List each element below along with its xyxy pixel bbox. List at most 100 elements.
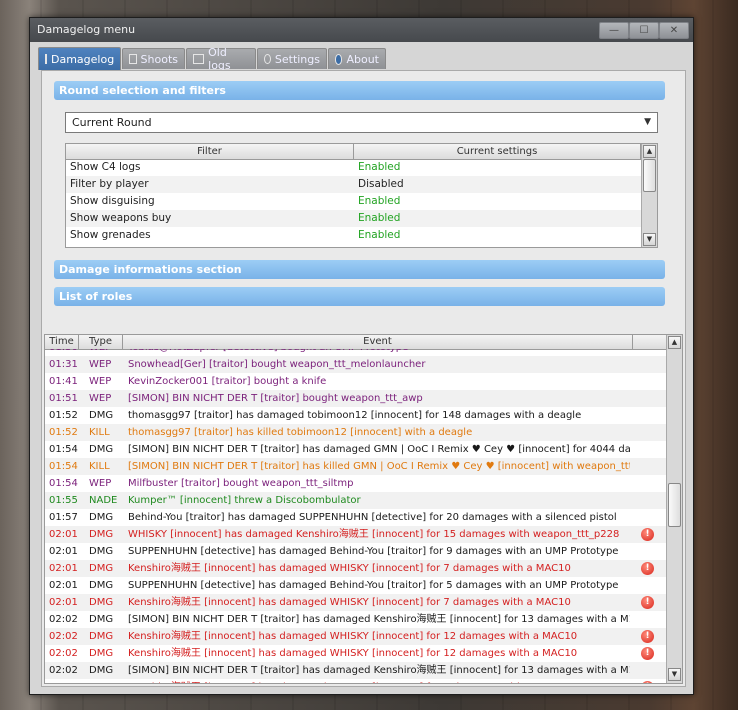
event-text: Kenshiro海贼王 [innocent] has damaged WHISK… bbox=[128, 679, 630, 683]
type-column-header[interactable]: Type bbox=[79, 335, 123, 349]
warning-icon[interactable]: ! bbox=[641, 528, 654, 541]
event-type: DMG bbox=[89, 648, 114, 659]
event-row[interactable]: 02:02 DMG Kenshiro海贼王 [innocent] has damag… bbox=[45, 679, 666, 683]
filter-scrollbar[interactable]: ▲ ▼ bbox=[641, 144, 657, 247]
event-table-header: Time Type Event bbox=[45, 335, 666, 350]
filter-setting: Enabled bbox=[358, 212, 401, 224]
damagelog-window: Damagelog menu — ☐ ✕ Damagelog Shoots Ol… bbox=[29, 17, 694, 695]
event-row[interactable]: 01:31 WEP Snowhead[Ger] [traitor] bought w… bbox=[45, 356, 666, 373]
event-row[interactable]: 02:01 DMG Kenshiro海贼王 [innocent] has damag… bbox=[45, 594, 666, 611]
event-text: thomasgg97 [traitor] has killed tobimoon… bbox=[128, 427, 473, 438]
event-row[interactable]: 01:54 DMG [SIMON] BIN NICHT DER T [traitor… bbox=[45, 441, 666, 458]
event-type: DMG bbox=[89, 444, 114, 455]
event-scrollbar[interactable]: ▲ ▼ bbox=[666, 335, 682, 683]
maximize-button[interactable]: ☐ bbox=[629, 22, 659, 39]
title-bar[interactable]: Damagelog menu — ☐ ✕ bbox=[30, 18, 693, 42]
close-button[interactable]: ✕ bbox=[659, 22, 689, 39]
grid-icon bbox=[193, 54, 205, 64]
tab-old-logs[interactable]: Old logs bbox=[186, 46, 256, 72]
event-type: WEP bbox=[89, 478, 112, 489]
filter-row[interactable]: Show grenades Enabled bbox=[66, 227, 641, 244]
warning-icon[interactable]: ! bbox=[641, 596, 654, 609]
damagelog-panel: Round selection and filters Current Roun… bbox=[41, 70, 686, 687]
event-row[interactable]: 01:52 DMG thomasgg97 [traitor] has damaged… bbox=[45, 407, 666, 424]
section-damage-informations[interactable]: Damage informations section bbox=[54, 260, 665, 279]
event-row[interactable]: 01:57 DMG Behind-You [traitor] has damaged… bbox=[45, 509, 666, 526]
section-list-of-roles[interactable]: List of roles bbox=[54, 287, 665, 306]
warning-icon[interactable]: ! bbox=[641, 562, 654, 575]
warning-icon[interactable]: ! bbox=[641, 647, 654, 660]
filter-table-header: Filter Current settings bbox=[66, 144, 641, 160]
event-type: NADE bbox=[89, 495, 118, 506]
event-table: Time Type Event 01:30 WEP Tobias@HotZapfer… bbox=[44, 334, 683, 684]
event-type: DMG bbox=[89, 563, 114, 574]
event-text: [SIMON] BIN NICHT DER T [traitor] bought… bbox=[128, 393, 423, 404]
event-type: DMG bbox=[89, 529, 114, 540]
event-text: Snowhead[Ger] [traitor] bought weapon_tt… bbox=[128, 359, 426, 370]
event-type: DMG bbox=[89, 665, 114, 676]
event-time: 01:54 bbox=[49, 444, 78, 455]
event-type: DMG bbox=[89, 631, 114, 642]
event-row[interactable]: 01:54 KILL [SIMON] BIN NICHT DER T [traito… bbox=[45, 458, 666, 475]
event-row[interactable]: 02:02 DMG [SIMON] BIN NICHT DER T [traitor… bbox=[45, 611, 666, 628]
filter-row[interactable]: Show weapons buy Enabled bbox=[66, 210, 641, 227]
tab-settings[interactable]: Settings bbox=[257, 48, 327, 69]
section-round-selection[interactable]: Round selection and filters bbox=[54, 81, 665, 100]
event-text: [SIMON] BIN NICHT DER T [traitor] has da… bbox=[128, 665, 630, 676]
event-text: Behind-You [traitor] has damaged SUPPENH… bbox=[128, 512, 617, 523]
event-text: WHISKY [innocent] has damaged Kenshiro海贼… bbox=[128, 529, 620, 540]
scroll-up-button[interactable]: ▲ bbox=[668, 336, 681, 349]
event-row[interactable]: 02:02 DMG Kenshiro海贼王 [innocent] has damag… bbox=[45, 645, 666, 662]
filter-setting: Disabled bbox=[358, 178, 404, 190]
event-row[interactable]: 02:01 DMG SUPPENHUHN [detective] has damag… bbox=[45, 577, 666, 594]
warning-icon[interactable]: ! bbox=[641, 630, 654, 643]
event-row[interactable]: 02:02 DMG [SIMON] BIN NICHT DER T [traitor… bbox=[45, 662, 666, 679]
event-row[interactable]: 01:51 WEP [SIMON] BIN NICHT DER T [traitor… bbox=[45, 390, 666, 407]
scroll-thumb[interactable] bbox=[668, 483, 681, 527]
event-row[interactable]: 01:30 WEP Tobias@HotZapfer [detective] bou… bbox=[45, 349, 666, 356]
event-column-header[interactable]: Event bbox=[123, 335, 633, 349]
filter-column-header[interactable]: Filter bbox=[66, 144, 354, 159]
flag-column-header bbox=[633, 335, 666, 349]
tab-about[interactable]: About bbox=[328, 48, 386, 69]
event-time: 02:02 bbox=[49, 648, 78, 659]
round-select[interactable]: Current Round ▼ bbox=[65, 112, 658, 133]
settings-column-header[interactable]: Current settings bbox=[354, 144, 641, 159]
event-type: KILL bbox=[89, 461, 110, 472]
event-row[interactable]: 02:01 DMG SUPPENHUHN [detective] has damag… bbox=[45, 543, 666, 560]
tab-shoots[interactable]: Shoots bbox=[122, 48, 185, 69]
filter-row[interactable]: Show disguising Enabled bbox=[66, 193, 641, 210]
time-column-header[interactable]: Time bbox=[45, 335, 79, 349]
scroll-down-button[interactable]: ▼ bbox=[643, 233, 656, 246]
event-text: Kenshiro海贼王 [innocent] has damaged WHISK… bbox=[128, 597, 571, 608]
tab-damagelog[interactable]: Damagelog bbox=[38, 47, 121, 70]
filter-row[interactable]: Show C4 logs Enabled bbox=[66, 159, 641, 176]
event-row[interactable]: 02:02 DMG Kenshiro海贼王 [innocent] has damag… bbox=[45, 628, 666, 645]
event-row[interactable]: 01:41 WEP KevinZocker001 [traitor] bought … bbox=[45, 373, 666, 390]
event-time: 01:52 bbox=[49, 427, 78, 438]
scroll-thumb[interactable] bbox=[643, 159, 656, 192]
scroll-up-button[interactable]: ▲ bbox=[643, 145, 656, 158]
event-row[interactable]: 01:52 KILL thomasgg97 [traitor] has killed… bbox=[45, 424, 666, 441]
event-text: Kenshiro海贼王 [innocent] has damaged WHISK… bbox=[128, 648, 578, 659]
wrench-icon bbox=[264, 54, 271, 64]
filter-name: Filter by player bbox=[70, 178, 149, 190]
filter-row[interactable]: Filter by player Disabled bbox=[66, 176, 641, 193]
scroll-down-button[interactable]: ▼ bbox=[668, 668, 681, 681]
event-text: [SIMON] BIN NICHT DER T [traitor] has da… bbox=[128, 614, 630, 625]
event-text: [SIMON] BIN NICHT DER T [traitor] has ki… bbox=[128, 461, 630, 472]
event-type: DMG bbox=[89, 410, 114, 421]
event-time: 01:55 bbox=[49, 495, 78, 506]
event-row[interactable]: 01:54 WEP Milfbuster [traitor] bought weap… bbox=[45, 475, 666, 492]
event-row[interactable]: 01:55 NADE Kumper™ [innocent] threw a Disc… bbox=[45, 492, 666, 509]
event-row[interactable]: 02:01 DMG WHISKY [innocent] has damaged Ke… bbox=[45, 526, 666, 543]
filter-name: Show weapons buy bbox=[70, 212, 172, 224]
filter-name: Show disguising bbox=[70, 195, 155, 207]
event-row[interactable]: 02:01 DMG Kenshiro海贼王 [innocent] has damag… bbox=[45, 560, 666, 577]
event-time: 02:01 bbox=[49, 529, 78, 540]
event-time: 01:30 bbox=[49, 349, 78, 356]
event-time: 01:54 bbox=[49, 461, 78, 472]
event-type: DMG bbox=[89, 679, 113, 683]
warning-icon[interactable]: ! bbox=[641, 681, 654, 683]
minimize-button[interactable]: — bbox=[599, 22, 629, 39]
